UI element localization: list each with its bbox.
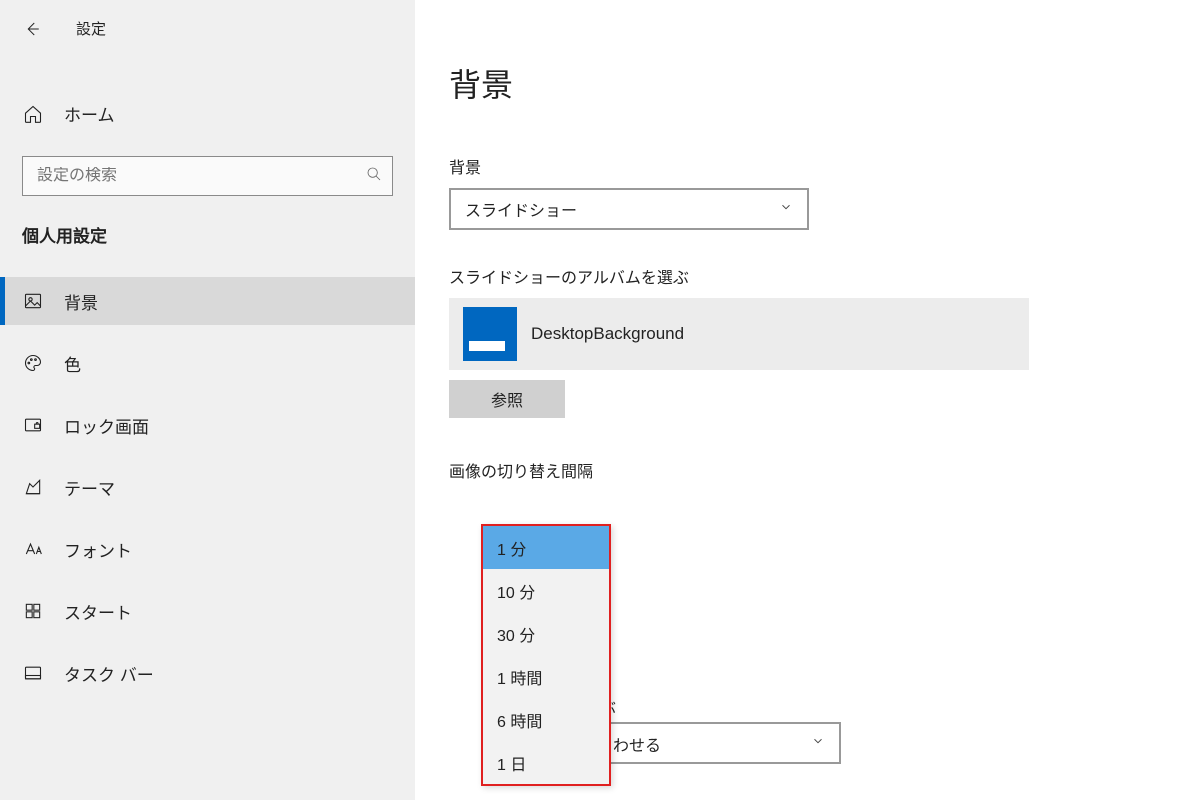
nav-item-taskbar[interactable]: タスク バー bbox=[0, 649, 415, 697]
nav-item-fonts[interactable]: フォント bbox=[0, 525, 415, 573]
lock-screen-icon bbox=[22, 414, 44, 436]
interval-label: 画像の切り替え間隔 bbox=[449, 458, 1160, 482]
back-button[interactable] bbox=[22, 19, 42, 39]
background-label: 背景 bbox=[449, 154, 1160, 178]
start-icon bbox=[22, 600, 44, 622]
album-label: スライドショーのアルバムを選ぶ bbox=[449, 264, 1160, 288]
background-dropdown[interactable]: スライドショー bbox=[449, 188, 809, 230]
fit-value-partial: わせる bbox=[613, 732, 661, 756]
home-label: ホーム bbox=[64, 101, 115, 126]
nav-item-colors[interactable]: 色 bbox=[0, 339, 415, 387]
sidebar: 設定 ホーム 個人用設定 背景 色 ロック画面 テーマ bbox=[0, 0, 415, 800]
browse-button[interactable]: 参照 bbox=[449, 380, 565, 418]
font-icon bbox=[22, 538, 44, 560]
taskbar-icon bbox=[22, 662, 44, 684]
interval-dropdown-open: 1 分 10 分 30 分 1 時間 6 時間 1 日 bbox=[481, 524, 611, 786]
nav: 背景 色 ロック画面 テーマ フォント スタート タスク バー bbox=[0, 277, 415, 697]
interval-option[interactable]: 1 日 bbox=[483, 741, 609, 784]
theme-icon bbox=[22, 476, 44, 498]
nav-item-background[interactable]: 背景 bbox=[0, 277, 415, 325]
album-name: DesktopBackground bbox=[531, 324, 684, 344]
interval-option[interactable]: 1 分 bbox=[483, 526, 609, 569]
chevron-down-icon bbox=[811, 734, 825, 753]
nav-label: フォント bbox=[64, 537, 132, 562]
album-item[interactable]: DesktopBackground bbox=[449, 298, 1029, 370]
nav-item-start[interactable]: スタート bbox=[0, 587, 415, 635]
category-heading: 個人用設定 bbox=[22, 222, 393, 247]
nav-item-themes[interactable]: テーマ bbox=[0, 463, 415, 511]
interval-option[interactable]: 1 時間 bbox=[483, 655, 609, 698]
search-icon bbox=[366, 166, 382, 187]
nav-item-lockscreen[interactable]: ロック画面 bbox=[0, 401, 415, 449]
search-box[interactable] bbox=[22, 156, 393, 196]
app-title: 設定 bbox=[76, 18, 106, 39]
nav-label: ロック画面 bbox=[64, 413, 149, 438]
nav-label: タスク バー bbox=[64, 661, 154, 686]
topbar: 設定 bbox=[0, 10, 415, 47]
home-link[interactable]: ホーム bbox=[0, 89, 415, 138]
nav-label: 背景 bbox=[64, 289, 98, 314]
arrow-left-icon bbox=[23, 20, 41, 38]
palette-icon bbox=[22, 352, 44, 374]
search-input[interactable] bbox=[37, 167, 366, 185]
album-thumbnail bbox=[463, 307, 517, 361]
nav-label: 色 bbox=[64, 351, 81, 376]
nav-label: テーマ bbox=[64, 475, 115, 500]
nav-label: スタート bbox=[64, 599, 132, 624]
picture-icon bbox=[22, 290, 44, 312]
interval-option[interactable]: 30 分 bbox=[483, 612, 609, 655]
interval-option[interactable]: 10 分 bbox=[483, 569, 609, 612]
home-icon bbox=[22, 103, 44, 125]
interval-option[interactable]: 6 時間 bbox=[483, 698, 609, 741]
chevron-down-icon bbox=[779, 200, 793, 219]
page-title: 背景 bbox=[449, 60, 1160, 106]
background-value: スライドショー bbox=[465, 197, 577, 221]
